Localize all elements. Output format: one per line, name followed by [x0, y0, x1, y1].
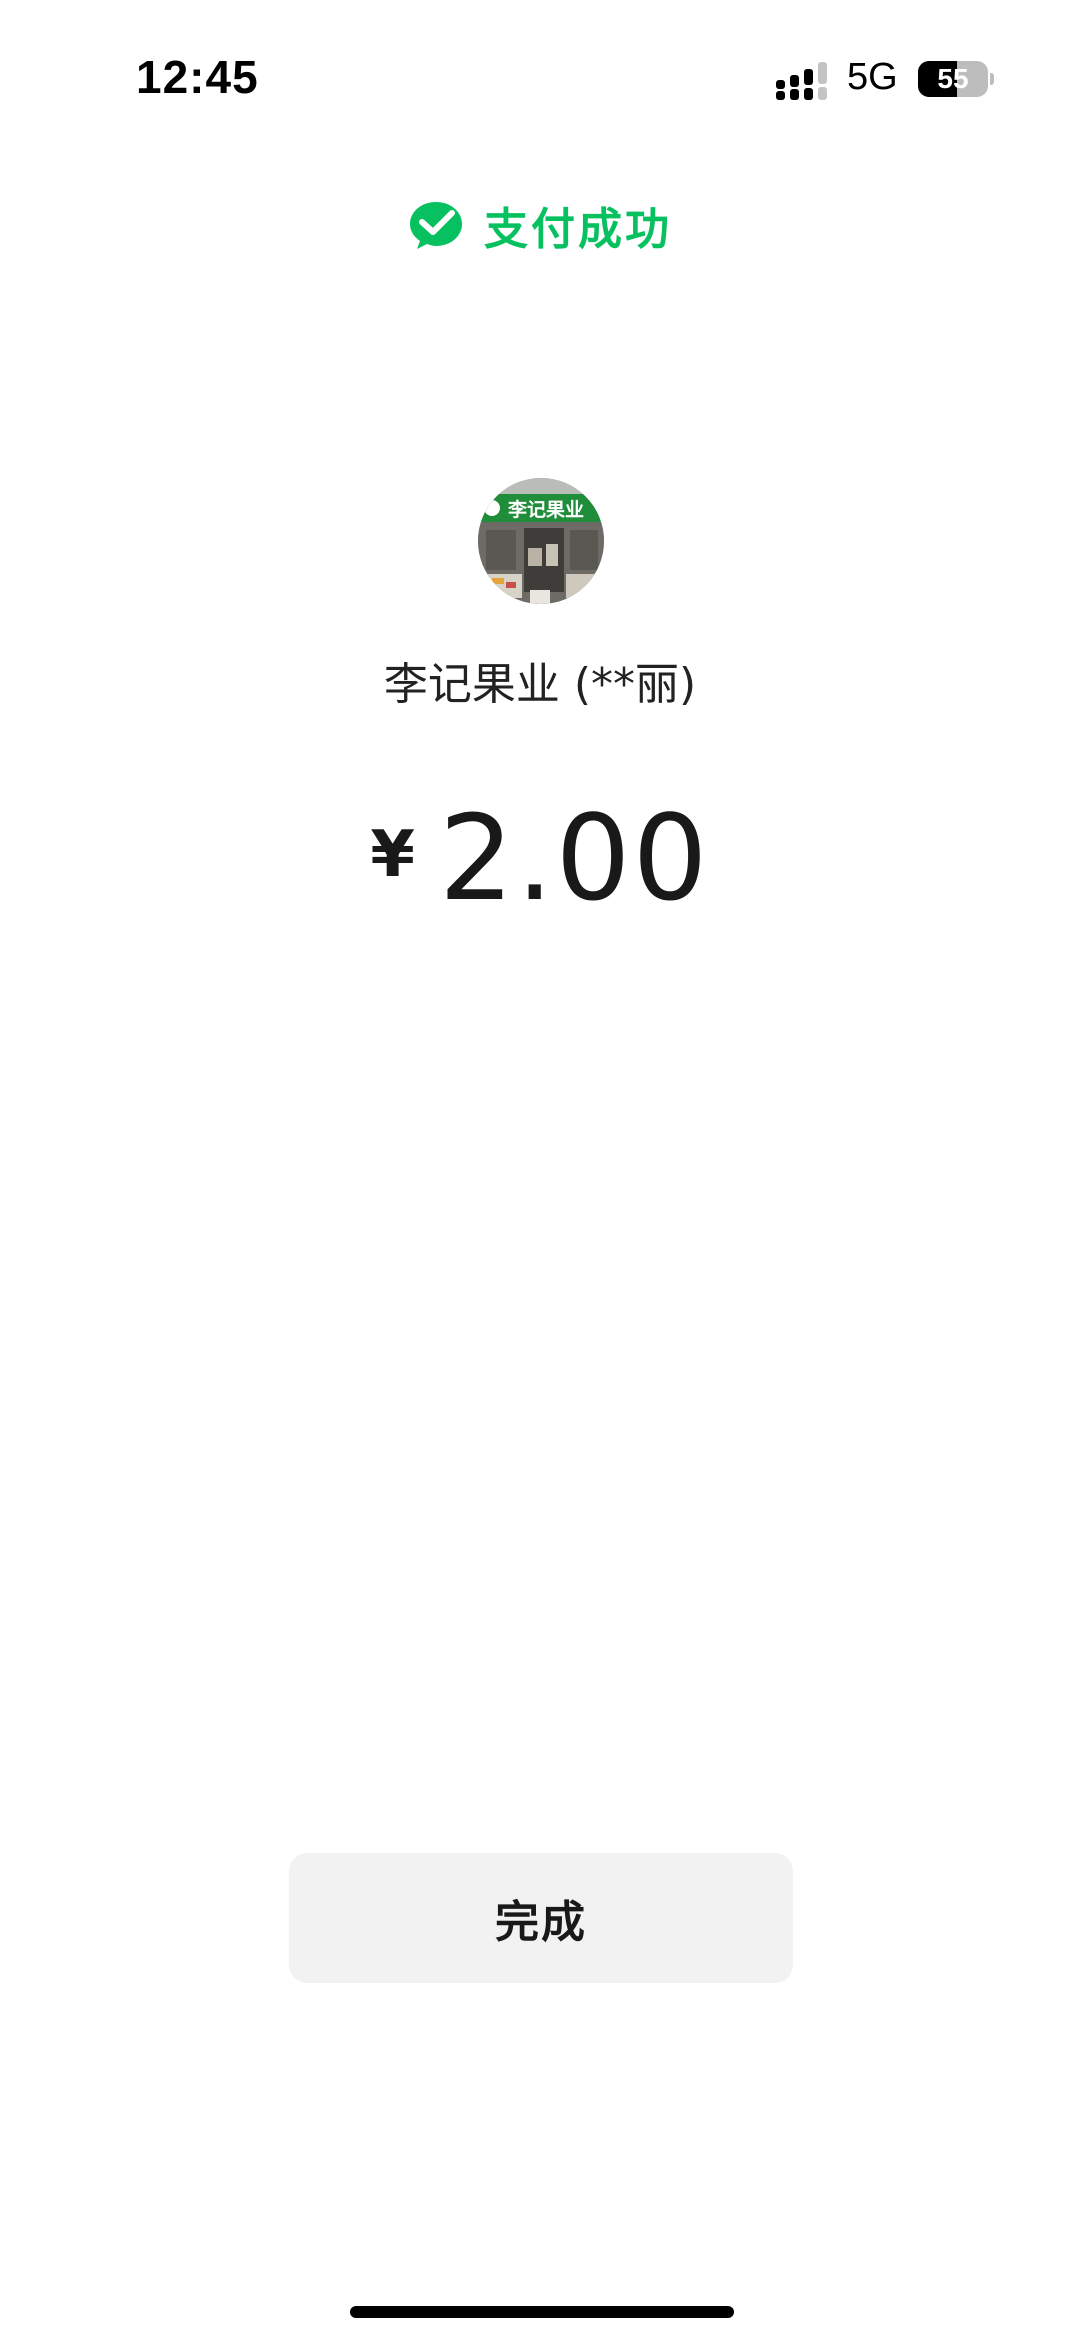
payment-success-title: 支付成功 [484, 204, 672, 255]
cellular-signal-icon [776, 62, 827, 100]
status-time: 12:45 [136, 51, 259, 103]
done-button[interactable]: 完成 [289, 1853, 793, 1983]
payment-success-header: 支付成功 [0, 190, 1080, 260]
store-avatar: 李记果业 [478, 478, 604, 604]
merchant-name: 李记果业 (**丽) [383, 659, 697, 710]
network-type: 5G [847, 56, 898, 98]
done-button-label: 完成 [495, 1897, 587, 1948]
status-bar: 12:45 5G 55 [0, 0, 1080, 150]
home-indicator[interactable] [350, 2306, 734, 2318]
merchant-avatar: 李记果业 [478, 478, 604, 604]
wechat-pay-icon [410, 202, 462, 249]
currency-symbol: ¥ [370, 818, 415, 892]
battery-nub [990, 73, 994, 85]
avatar-sign-text: 李记果业 [507, 499, 584, 521]
battery-icon: 55 [918, 61, 994, 97]
amount-value: 2.00 [438, 789, 710, 927]
payment-amount: ¥ 2.00 [0, 798, 1080, 928]
battery-level: 55 [937, 63, 969, 94]
battery-body: 55 [918, 61, 988, 97]
